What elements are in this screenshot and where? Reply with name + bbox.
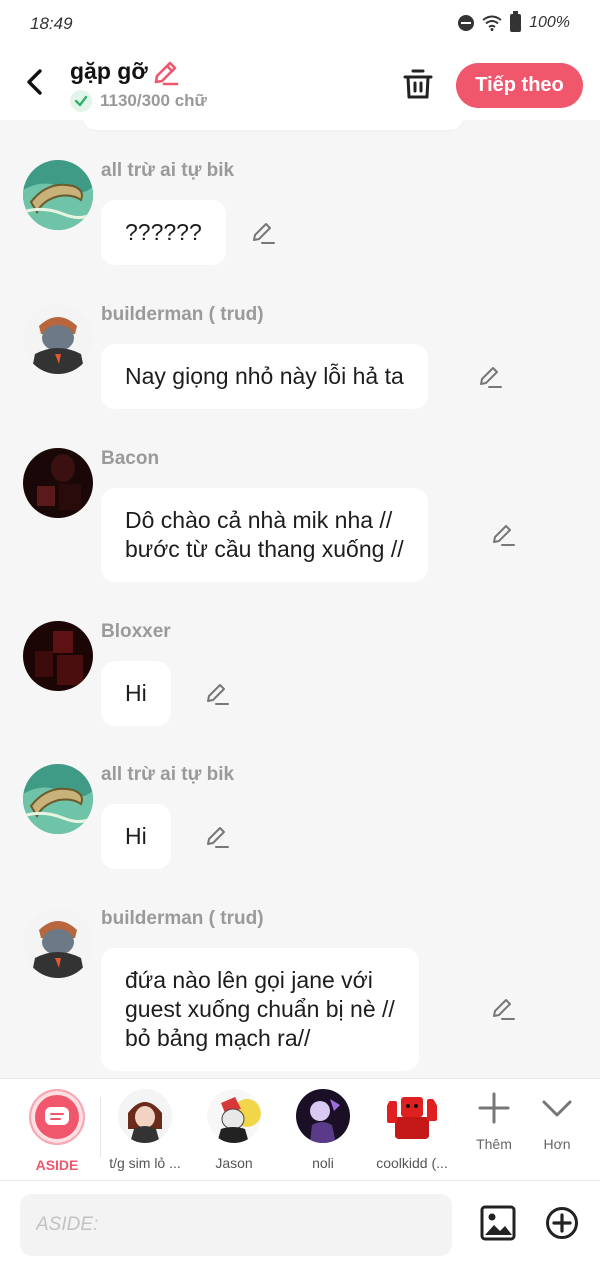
- edit-message-icon[interactable]: [250, 220, 276, 246]
- avatar: [296, 1089, 350, 1143]
- sender-name: all trừ ai tự bik: [101, 160, 235, 181]
- character-aside[interactable]: ASIDE: [12, 1089, 102, 1173]
- sender-name: builderman ( trud): [101, 908, 264, 929]
- character-label: t/g sim lỏ ...: [109, 1155, 181, 1171]
- trash-icon: [403, 69, 433, 99]
- insert-image-button[interactable]: [480, 1205, 516, 1241]
- avatar[interactable]: [23, 621, 93, 691]
- status-icons: 100%: [458, 11, 570, 32]
- message-bubble[interactable]: đứa nào lên gọi jane với guest xuống chu…: [101, 948, 419, 1071]
- message-bubble[interactable]: Nay giọng nhỏ này lỗi hả ta: [101, 344, 428, 409]
- aside-avatar: [29, 1089, 85, 1145]
- avatar[interactable]: [23, 908, 93, 978]
- avatar: [118, 1089, 172, 1143]
- character-item[interactable]: t/g sim lỏ ...: [100, 1089, 190, 1171]
- edit-message-icon[interactable]: [204, 824, 230, 850]
- wifi-icon: [482, 15, 502, 31]
- edit-message-icon[interactable]: [490, 522, 516, 548]
- character-label: noli: [312, 1155, 334, 1171]
- char-count-row: 1130/300 chữ: [70, 90, 207, 112]
- more-label: Hơn: [543, 1136, 571, 1152]
- avatar[interactable]: [23, 448, 93, 518]
- sender-name: builderman ( trud): [101, 304, 264, 325]
- add-character-button[interactable]: Thêm: [464, 1091, 524, 1152]
- add-label: Thêm: [476, 1136, 512, 1152]
- delete-button[interactable]: [400, 66, 436, 102]
- avatar: [385, 1089, 439, 1143]
- avatar[interactable]: [23, 304, 93, 374]
- character-label: ASIDE: [35, 1157, 79, 1173]
- message-bubble[interactable]: ??????: [101, 200, 226, 265]
- edit-message-icon[interactable]: [490, 996, 516, 1022]
- avatar: [207, 1089, 261, 1143]
- sender-name: Bloxxer: [101, 621, 171, 642]
- character-label: Jason: [215, 1155, 253, 1171]
- char-count: 1130/300 chữ: [100, 91, 207, 110]
- message-bubble[interactable]: Dô chào cả nhà mik nha // bước từ cầu th…: [101, 488, 428, 582]
- back-button[interactable]: [18, 62, 54, 102]
- image-icon: [480, 1205, 516, 1241]
- message-input[interactable]: [20, 1194, 452, 1256]
- more-button[interactable]: Hơn: [527, 1091, 587, 1152]
- next-button[interactable]: Tiếp theo: [456, 63, 583, 108]
- character-bar: ASIDE t/g sim lỏ ... Jason noli coolkidd…: [0, 1078, 600, 1180]
- edit-message-icon[interactable]: [204, 681, 230, 707]
- avatar[interactable]: [23, 764, 93, 834]
- edit-title-button[interactable]: [150, 58, 180, 88]
- status-time: 18:49: [30, 14, 73, 33]
- check-icon: [70, 90, 92, 112]
- message-bubble-partial[interactable]: [82, 120, 464, 130]
- character-item[interactable]: coolkidd (...: [367, 1089, 457, 1171]
- chevron-down-icon: [542, 1100, 572, 1117]
- chat-area[interactable]: all trừ ai tự bik ?????? builderman ( tr…: [0, 120, 600, 1078]
- avatar[interactable]: [23, 160, 93, 230]
- sender-name: all trừ ai tự bik: [101, 764, 235, 785]
- message-bubble[interactable]: Hi: [101, 804, 171, 869]
- input-bar: [0, 1180, 600, 1268]
- character-item[interactable]: Jason: [189, 1089, 279, 1171]
- plus-icon: [478, 1092, 510, 1124]
- character-label: coolkidd (...: [376, 1155, 448, 1171]
- message-bubble[interactable]: Hi: [101, 661, 171, 726]
- pencil-icon: [154, 61, 179, 86]
- status-bar: 18:49 100%: [0, 0, 600, 48]
- header: gặp gỡ 1130/300 chữ Tiếp theo: [0, 48, 600, 120]
- battery-text: 100%: [529, 14, 570, 31]
- chevron-left-icon: [27, 69, 42, 95]
- plus-circle-icon: [546, 1207, 578, 1239]
- add-button[interactable]: [545, 1206, 579, 1240]
- do-not-disturb-icon: [458, 15, 475, 31]
- page-title: gặp gỡ: [70, 58, 148, 84]
- character-item[interactable]: noli: [278, 1089, 368, 1171]
- battery-icon: [510, 11, 522, 32]
- chat-bubble-icon: [45, 1107, 69, 1125]
- edit-message-icon[interactable]: [477, 364, 503, 390]
- sender-name: Bacon: [101, 448, 160, 469]
